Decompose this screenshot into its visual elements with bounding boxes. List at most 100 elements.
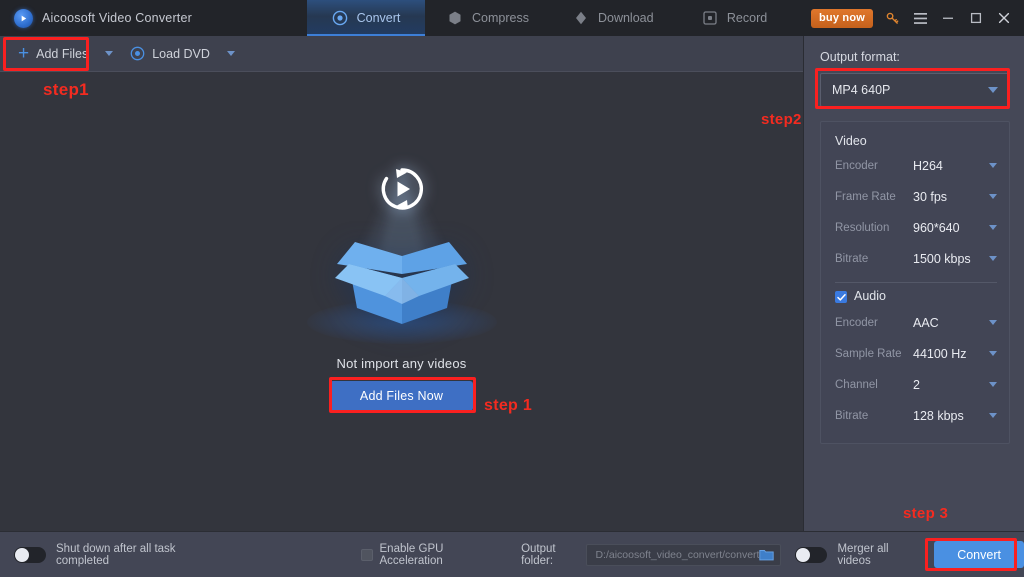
load-dvd-button[interactable]: Load DVD <box>122 42 218 65</box>
video-encoder-chevron-down-icon <box>989 163 997 168</box>
audio-channel-row[interactable]: Channel 2 <box>835 369 997 400</box>
video-section-title: Video <box>835 134 867 148</box>
audio-encoder-label: Encoder <box>835 316 878 329</box>
output-format-value: MP4 640P <box>832 83 891 97</box>
output-format-label: Output format: <box>820 50 900 64</box>
video-encoder-label: Encoder <box>835 159 878 172</box>
video-framerate-label: Frame Rate <box>835 190 896 203</box>
checkmark-icon <box>836 293 846 301</box>
video-resolution-chevron-down-icon <box>989 225 997 230</box>
audio-channel-value: 2 <box>913 377 920 392</box>
gpu-acceleration-checkbox[interactable] <box>360 548 373 561</box>
tab-convert-label: Convert <box>356 11 401 25</box>
tab-download-label: Download <box>597 11 654 25</box>
folder-icon[interactable] <box>759 548 775 561</box>
tab-record[interactable]: Record <box>676 0 794 36</box>
tab-record-label: Record <box>726 11 768 25</box>
app-body: + Add Files Load DVD Not import any vide… <box>0 36 1024 531</box>
output-folder-path: D:/aicoosoft_video_convert/convert <box>595 548 760 561</box>
video-bitrate-value: 1500 kbps <box>913 251 971 266</box>
output-format-panel: Output format: MP4 640P Video Encoder H2… <box>803 36 1024 531</box>
annotation-step3: step 3 <box>903 505 949 522</box>
empty-message: Not import any videos <box>336 355 467 371</box>
empty-state: Not import any videos Add Files Now <box>287 164 517 411</box>
audio-encoder-row[interactable]: Encoder AAC <box>835 307 997 338</box>
audio-channel-label: Channel <box>835 378 878 391</box>
video-framerate-row[interactable]: Frame Rate 30 fps <box>835 181 997 212</box>
format-settings-card: Video Encoder H264 Frame Rate 30 fps Res… <box>820 121 1010 444</box>
hamburger-menu-icon[interactable] <box>911 9 929 27</box>
app-window: Aicoosoft Video Converter Convert Compre… <box>0 0 1024 577</box>
video-framerate-chevron-down-icon <box>989 194 997 199</box>
video-bitrate-chevron-down-icon <box>989 256 997 261</box>
convert-icon <box>332 10 348 26</box>
app-title: Aicoosoft Video Converter <box>42 11 192 25</box>
minimize-icon[interactable] <box>939 9 957 27</box>
video-resolution-label: Resolution <box>835 221 890 234</box>
box-graphic <box>327 212 477 330</box>
video-bitrate-row[interactable]: Bitrate 1500 kbps <box>835 243 997 274</box>
main-tabs: Convert Compress Download Record <box>307 0 811 36</box>
title-bar: Aicoosoft Video Converter Convert Compre… <box>0 0 1024 36</box>
add-files-now-button[interactable]: Add Files Now <box>329 380 474 411</box>
video-resolution-value: 960*640 <box>913 220 960 235</box>
tab-compress-label: Compress <box>472 11 529 25</box>
tab-download[interactable]: Download <box>551 0 676 36</box>
audio-samplerate-row[interactable]: Sample Rate 44100 Hz <box>835 338 997 369</box>
maximize-icon[interactable] <box>967 9 985 27</box>
audio-section-header[interactable]: Audio <box>835 289 997 305</box>
compress-icon <box>447 10 463 26</box>
output-folder-field[interactable]: D:/aicoosoft_video_convert/convert <box>586 543 782 566</box>
merger-videos-toggle[interactable] <box>795 546 828 563</box>
shutdown-label: Shut down after all task completed <box>56 542 176 567</box>
file-list-stage: Not import any videos Add Files Now <box>0 72 803 531</box>
add-files-chevron-down-icon[interactable] <box>105 51 114 56</box>
key-icon[interactable] <box>883 9 901 27</box>
window-controls: buy now <box>810 0 1024 36</box>
output-folder-label: Output folder: <box>521 542 556 567</box>
audio-samplerate-label: Sample Rate <box>835 347 902 360</box>
merger-videos-toggle-knob <box>796 547 811 562</box>
audio-bitrate-value: 128 kbps <box>913 408 964 423</box>
download-icon <box>573 10 589 26</box>
annotation-step2: step2 <box>761 111 802 128</box>
add-files-label: Add Files <box>36 46 89 61</box>
audio-bitrate-label: Bitrate <box>835 409 869 422</box>
annotation-step1-button: step 1 <box>484 397 533 414</box>
audio-bitrate-chevron-down-icon <box>989 413 997 418</box>
file-toolbar: + Add Files Load DVD <box>0 36 803 72</box>
plus-icon: + <box>18 42 30 64</box>
tab-compress[interactable]: Compress <box>425 0 551 36</box>
audio-encoder-value: AAC <box>913 315 939 330</box>
tab-convert[interactable]: Convert <box>307 0 425 36</box>
add-files-button[interactable]: + Add Files <box>10 43 96 65</box>
load-dvd-chevron-down-icon[interactable] <box>226 51 235 56</box>
audio-bitrate-row[interactable]: Bitrate 128 kbps <box>835 400 997 431</box>
output-format-select[interactable]: MP4 640P <box>820 73 1010 107</box>
video-encoder-value: H264 <box>913 158 943 173</box>
annotation-step1-toolbar: step1 <box>43 80 89 99</box>
left-region: + Add Files Load DVD Not import any vide… <box>0 36 803 531</box>
shutdown-toggle[interactable] <box>14 546 46 563</box>
output-format-chevron-down-icon <box>988 87 998 93</box>
video-bitrate-label: Bitrate <box>835 252 869 265</box>
close-icon[interactable] <box>995 9 1013 27</box>
app-brand: Aicoosoft Video Converter <box>0 0 307 36</box>
shutdown-toggle-knob <box>15 547 29 562</box>
load-dvd-label: Load DVD <box>152 46 210 61</box>
merger-videos-label: Merger all videos <box>837 542 889 567</box>
audio-samplerate-chevron-down-icon <box>989 351 997 356</box>
bottom-bar: Shut down after all task completed Enabl… <box>0 531 1024 577</box>
video-framerate-value: 30 fps <box>913 189 948 204</box>
audio-encoder-chevron-down-icon <box>989 320 997 325</box>
audio-samplerate-value: 44100 Hz <box>913 346 967 361</box>
video-encoder-row[interactable]: Encoder H264 <box>835 150 997 181</box>
convert-button[interactable]: Convert <box>934 541 1024 568</box>
audio-section-title: Audio <box>854 289 886 303</box>
video-resolution-row[interactable]: Resolution 960*640 <box>835 212 997 243</box>
audio-checkbox[interactable] <box>835 291 847 303</box>
record-icon <box>702 10 718 26</box>
open-box-with-refresh-icon <box>287 164 517 350</box>
disc-icon <box>130 46 145 61</box>
buy-now-button[interactable]: buy now <box>810 8 873 28</box>
